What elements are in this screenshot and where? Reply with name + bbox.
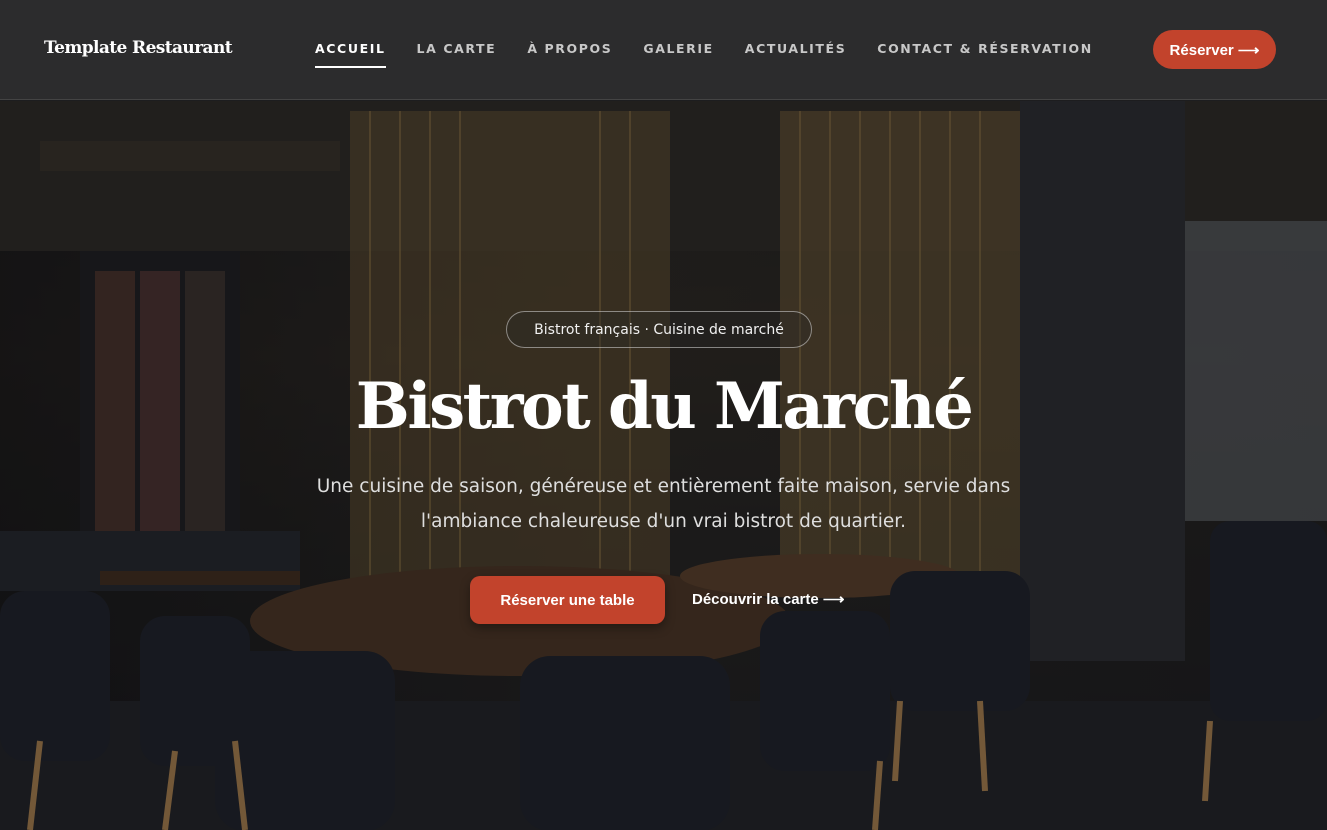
nav-item-a-propos[interactable]: À PROPOS [527, 41, 612, 62]
hero-subtitle: Une cuisine de saison, généreuse et enti… [316, 476, 1011, 532]
hero-title: Bistrot du Marché [355, 369, 974, 444]
cuisine-tag: Bistrot français · Cuisine de marché [506, 311, 812, 348]
main-nav: ACCUEIL LA CARTE À PROPOS GALERIE ACTUAL… [315, 41, 1124, 68]
nav-item-actualites[interactable]: ACTUALITÉS [745, 41, 847, 62]
discover-menu-link[interactable]: Découvrir la carte ⟶ [692, 590, 844, 608]
nav-item-contact-reservation[interactable]: CONTACT & RÉSERVATION [877, 41, 1093, 62]
reserve-button[interactable]: Réserver ⟶ [1153, 30, 1276, 69]
nav-item-galerie[interactable]: GALERIE [643, 41, 713, 62]
hero-dark-overlay [0, 101, 1327, 830]
site-header: Template Restaurant ACCUEIL LA CARTE À P… [0, 0, 1327, 100]
brand-logo[interactable]: Template Restaurant [44, 38, 233, 58]
hero-section: Bistrot français · Cuisine de marché Bis… [0, 101, 1327, 830]
reserve-table-button[interactable]: Réserver une table [470, 576, 665, 624]
nav-item-la-carte[interactable]: LA CARTE [417, 41, 497, 62]
nav-item-accueil[interactable]: ACCUEIL [315, 41, 386, 68]
